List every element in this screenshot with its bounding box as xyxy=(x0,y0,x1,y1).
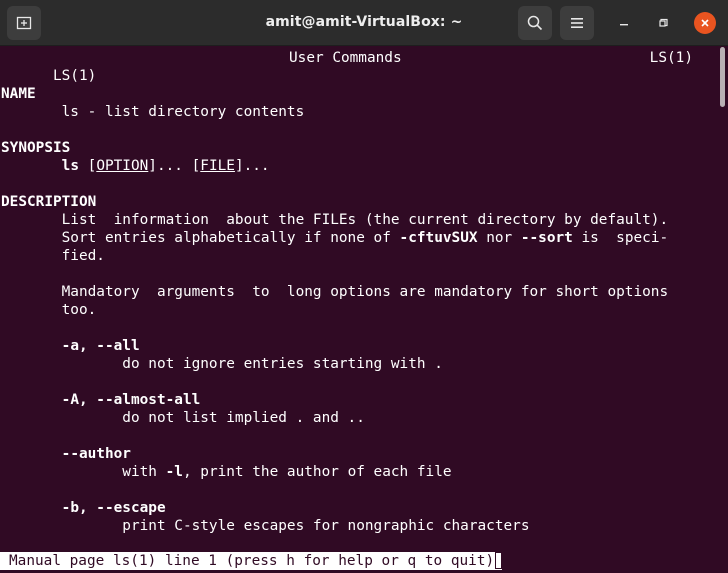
text: nor xyxy=(477,230,521,246)
synopsis-line: ls [OPTION]... [FILE]... xyxy=(1,157,270,175)
text: is speci- xyxy=(572,230,669,246)
name-heading: NAME xyxy=(1,86,36,102)
menu-button[interactable] xyxy=(560,6,594,40)
option-desc-all: do not ignore entries starting with . xyxy=(1,356,443,372)
synopsis-file: FILE xyxy=(200,158,235,174)
search-button[interactable] xyxy=(518,6,552,40)
title-bar: amit@amit-VirtualBox: ~ xyxy=(0,0,728,46)
man-header: LS(1) User Commands LS(1) xyxy=(1,49,693,84)
terminal-window: amit@amit-VirtualBox: ~ LS(1) User Comma… xyxy=(0,0,728,573)
close-icon xyxy=(701,19,709,27)
flag-text: -a, --all xyxy=(61,338,140,354)
flag-text: --sort xyxy=(520,230,573,246)
option-flag-escape: -b, --escape xyxy=(1,499,166,517)
flag-text: -l xyxy=(165,464,183,480)
option-flag-almost-all: -A, --almost-all xyxy=(1,391,201,409)
scrollbar[interactable] xyxy=(720,47,725,107)
description-line: Sort entries alphabetically if none of -… xyxy=(1,229,669,247)
synopsis-text: ]... [ xyxy=(148,158,201,174)
description-heading: DESCRIPTION xyxy=(1,194,97,210)
search-icon xyxy=(527,15,543,31)
description-line: Mandatory arguments to long options are … xyxy=(1,284,669,300)
synopsis-text: ]... xyxy=(234,158,270,174)
header-center: User Commands xyxy=(289,50,402,66)
flag-text: -A, --almost-all xyxy=(61,392,201,408)
hamburger-menu-icon xyxy=(571,18,583,28)
text: with xyxy=(1,464,166,480)
flag-text: -b, --escape xyxy=(61,500,166,516)
header-left: LS(1) xyxy=(52,68,97,84)
description-line: List information about the FILEs (the cu… xyxy=(1,212,669,228)
option-desc-escape: print C-style escapes for nongraphic cha… xyxy=(1,518,530,534)
option-desc-author: with -l, print the author of each file xyxy=(1,463,452,481)
option-flag-all: -a, --all xyxy=(1,337,140,355)
text-cursor xyxy=(495,552,503,569)
close-button[interactable] xyxy=(694,12,716,34)
option-flag-author: --author xyxy=(1,445,131,463)
maximize-button[interactable] xyxy=(653,12,675,34)
pager-status-bar: Manual page ls(1) line 1 (press h for he… xyxy=(0,552,503,570)
maximize-icon xyxy=(659,18,668,27)
minimize-button[interactable] xyxy=(613,12,635,34)
terminal-output[interactable]: LS(1) User Commands LS(1) NAME ls - list… xyxy=(0,47,718,573)
synopsis-heading: SYNOPSIS xyxy=(1,140,71,156)
name-line: ls - list directory contents xyxy=(1,104,305,120)
status-text: Manual page ls(1) line 1 (press h for he… xyxy=(9,553,495,569)
flag-text: --author xyxy=(61,446,131,462)
synopsis-option: OPTION xyxy=(96,158,149,174)
text: Sort entries alphabetically if none of xyxy=(1,230,400,246)
synopsis-text: [ xyxy=(78,158,97,174)
text: , print the author of each file xyxy=(182,464,452,480)
header-right: LS(1) xyxy=(649,50,693,66)
synopsis-command: ls xyxy=(61,158,79,174)
flag-text: -cftuvSUX xyxy=(399,230,478,246)
option-desc-almost-all: do not list implied . and .. xyxy=(1,410,365,426)
description-line: too. xyxy=(1,302,97,318)
minimize-icon xyxy=(620,24,628,26)
description-line: fied. xyxy=(1,248,105,264)
